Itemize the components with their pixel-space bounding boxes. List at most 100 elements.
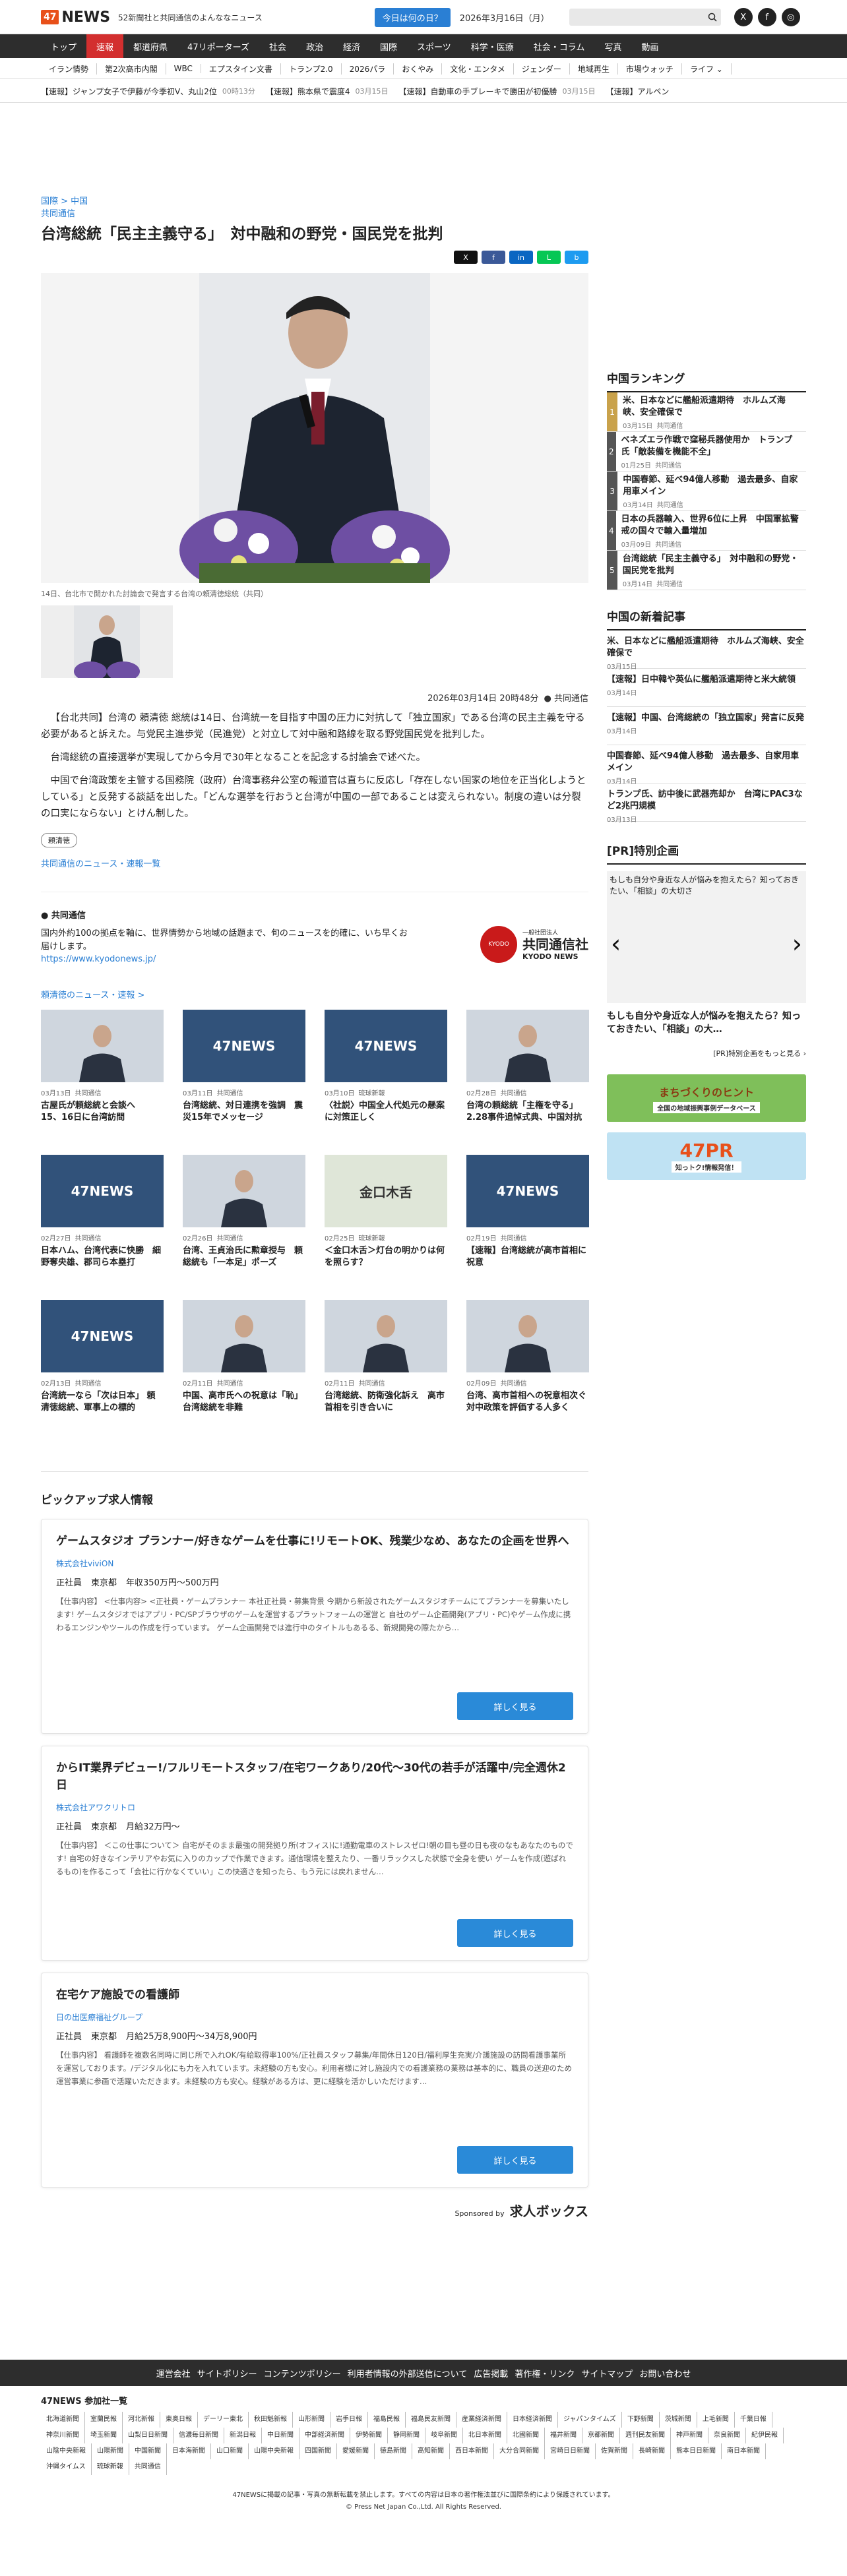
source-link[interactable]: 共同通信 bbox=[41, 208, 588, 220]
related-card[interactable]: 03月13日 共同通信 古屋氏が頼総統と会談へ 15、16日に台湾訪問 bbox=[41, 1010, 164, 1155]
gnav-item[interactable]: 写真 bbox=[594, 34, 631, 58]
member-paper-link[interactable]: 京都新聞 bbox=[582, 2428, 620, 2443]
subnav-item[interactable]: おくやみ bbox=[394, 63, 443, 75]
ticker-item[interactable]: 【速報】熊本県で震度4 03月15日 bbox=[266, 86, 389, 97]
member-paper-link[interactable]: 大分合同新聞 bbox=[494, 2443, 545, 2459]
breadcrumb[interactable]: 国際 > 中国 bbox=[41, 195, 588, 208]
member-paper-link[interactable]: 宮崎日日新聞 bbox=[545, 2443, 596, 2459]
member-paper-link[interactable]: 産業経済新聞 bbox=[456, 2412, 507, 2428]
member-paper-link[interactable]: 河北新報 bbox=[123, 2412, 160, 2428]
ranking-item[interactable]: 1 米、日本などに艦船派遣期待 ホルムズ海峡、安全確保で 03月15日 共同通信 bbox=[607, 392, 806, 432]
member-paper-link[interactable]: 山梨日日新聞 bbox=[123, 2428, 173, 2443]
subnav-item[interactable]: イラン情勢 bbox=[41, 63, 98, 75]
member-paper-link[interactable]: 神戸新聞 bbox=[671, 2428, 708, 2443]
member-paper-link[interactable]: 北海道新聞 bbox=[41, 2412, 85, 2428]
gnav-item[interactable]: 社会・コラム bbox=[524, 34, 595, 58]
related-card[interactable]: 02月09日 共同通信 台湾、高市首相への祝意相次ぐ 対中政策を評価する人多く bbox=[466, 1300, 595, 1445]
gnav-item[interactable]: 動画 bbox=[631, 34, 668, 58]
footer-link[interactable]: サイトポリシー bbox=[197, 2367, 257, 2379]
newest-item[interactable]: 中国春節、延べ94億人移動 過去最多、自家用車メイン 03月14日 bbox=[607, 745, 806, 785]
member-paper-link[interactable]: 下野新聞 bbox=[622, 2412, 660, 2428]
subnav-item[interactable]: WBC bbox=[166, 64, 201, 73]
newest-item[interactable]: 【速報】日中韓や英仏に艦船派遣期待と米大統領 03月14日 bbox=[607, 669, 806, 707]
member-paper-link[interactable]: 西日本新聞 bbox=[450, 2443, 494, 2459]
footer-link[interactable]: お問い合わせ bbox=[639, 2367, 691, 2379]
member-paper-link[interactable]: 福島民友新聞 bbox=[406, 2412, 456, 2428]
tag-chip[interactable]: 頼清徳 bbox=[41, 833, 77, 847]
newest-item[interactable]: 米、日本などに艦船派遣期待 ホルムズ海峡、安全確保で 03月15日 bbox=[607, 630, 806, 671]
member-paper-link[interactable]: 共同通信 bbox=[129, 2459, 167, 2475]
subnav-item[interactable]: トランプ2.0 bbox=[281, 63, 342, 75]
gnav-item[interactable]: 経済 bbox=[333, 34, 370, 58]
subnav-item[interactable]: 地域再生 bbox=[570, 63, 618, 75]
member-paper-link[interactable]: デーリー東北 bbox=[198, 2412, 249, 2428]
member-paper-link[interactable]: 愛媛新聞 bbox=[337, 2443, 375, 2459]
footer-link[interactable]: 著作権・リンク bbox=[515, 2367, 575, 2379]
ranking-item[interactable]: 2 ベネズエラ作戦で窪秘兵器使用か トランプ氏「敵装備を機能不全」 01月25日 共同… bbox=[607, 432, 806, 472]
more-news-link[interactable]: 共同通信のニュース・速報一覧 bbox=[41, 857, 588, 869]
member-paper-link[interactable]: 岐阜新聞 bbox=[425, 2428, 463, 2443]
member-paper-link[interactable]: 秋田魁新報 bbox=[249, 2412, 293, 2428]
job-card[interactable]: ゲームスタジオ プランナー/好きなゲームを仕事に!リモートOK、残業少なめ、あな… bbox=[41, 1519, 588, 1734]
linkedin-share-icon[interactable]: in bbox=[509, 251, 533, 264]
gnav-item[interactable]: 科学・医療 bbox=[461, 34, 524, 58]
member-paper-link[interactable]: 沖縄タイムス bbox=[41, 2459, 92, 2475]
gnav-item[interactable]: トップ bbox=[41, 34, 86, 58]
site-logo[interactable]: 47 NEWS bbox=[41, 9, 110, 26]
kyodo-logo[interactable]: KYODO 一般社団法人 共同通信社 KYODO NEWS bbox=[480, 924, 588, 964]
ranking-item[interactable]: 4 日本の兵器輸入、世界6位に上昇 中国軍拡警戒の国々で輸入量増加 03月09日 共同… bbox=[607, 511, 806, 551]
member-paper-link[interactable]: 中日新聞 bbox=[262, 2428, 299, 2443]
member-paper-link[interactable]: 山陰中央新報 bbox=[41, 2443, 92, 2459]
related-heading[interactable]: 頼清徳のニュース・速報 > bbox=[41, 988, 588, 1000]
subnav-item[interactable]: 文化・エンタメ bbox=[442, 63, 514, 75]
search-input[interactable] bbox=[569, 9, 721, 26]
pr-more-link[interactable]: [PR]特別企画をもっと見る › bbox=[607, 1048, 806, 1058]
member-paper-link[interactable]: 日本海新聞 bbox=[167, 2443, 211, 2459]
next-arrow-icon[interactable]: › bbox=[792, 929, 802, 958]
member-paper-link[interactable]: 岩手日報 bbox=[330, 2412, 368, 2428]
member-paper-link[interactable]: 北日本新聞 bbox=[463, 2428, 507, 2443]
member-paper-link[interactable]: 南日本新聞 bbox=[722, 2443, 766, 2459]
ranking-item[interactable]: 5 台湾総統「民主主義守る」 対中融和の野党・国民党を批判 03月14日 共同通信 bbox=[607, 551, 806, 590]
related-card[interactable]: 02月11日 共同通信 台湾総統、防衛強化訴え 高市首相を引き合いに bbox=[325, 1300, 447, 1445]
gnav-item[interactable]: 政治 bbox=[296, 34, 333, 58]
publisher-url[interactable]: https://www.kyodonews.jp/ bbox=[41, 954, 156, 964]
member-paper-link[interactable]: 埼玉新聞 bbox=[85, 2428, 123, 2443]
member-paper-link[interactable]: 高知新聞 bbox=[412, 2443, 450, 2459]
member-paper-link[interactable]: 熊本日日新聞 bbox=[671, 2443, 722, 2459]
member-paper-link[interactable]: 茨城新聞 bbox=[660, 2412, 697, 2428]
job-title[interactable]: 在宅ケア施設での看護師 bbox=[56, 1986, 573, 2004]
member-paper-link[interactable]: 信濃毎日新聞 bbox=[173, 2428, 224, 2443]
photo-thumbnail[interactable] bbox=[41, 605, 173, 678]
gnav-item[interactable]: 国際 bbox=[370, 34, 407, 58]
related-card[interactable]: 47NEWS 03月10日 琉球新報 〈社説〉中国全人代処元の懸案に対策正しく bbox=[325, 1010, 447, 1155]
member-paper-link[interactable]: 室蘭民報 bbox=[85, 2412, 123, 2428]
member-paper-link[interactable]: 日本経済新聞 bbox=[507, 2412, 558, 2428]
job-detail-button[interactable]: 詳しく見る bbox=[457, 2146, 573, 2174]
member-paper-link[interactable]: 中国新聞 bbox=[129, 2443, 167, 2459]
subnav-item[interactable]: 2026パラ bbox=[342, 63, 394, 75]
member-paper-link[interactable]: 佐賀新聞 bbox=[596, 2443, 633, 2459]
gnav-item[interactable]: 都道府県 bbox=[123, 34, 177, 58]
x-icon[interactable]: X bbox=[734, 8, 753, 26]
search-icon[interactable] bbox=[708, 13, 717, 22]
member-paper-link[interactable]: 山口新聞 bbox=[211, 2443, 249, 2459]
member-paper-link[interactable]: 紀伊民報 bbox=[746, 2428, 784, 2443]
pr-caption[interactable]: もしも自分や身近な人が悩みを抱えたら？知っておきたい、「相談」の大… bbox=[607, 1010, 806, 1036]
member-paper-link[interactable]: 週刊民友新聞 bbox=[620, 2428, 671, 2443]
line-share-icon[interactable]: L bbox=[537, 251, 561, 264]
newest-item[interactable]: 【速報】中国、台湾総統の「独立国家」発言に反発 03月14日 bbox=[607, 707, 806, 745]
ranking-item[interactable]: 3 中国春節、延べ94億人移動 過去最多、自家用車メイン 03月14日 共同通信 bbox=[607, 472, 806, 511]
member-paper-link[interactable]: 福島民報 bbox=[368, 2412, 406, 2428]
subnav-item[interactable]: エプスタイン文書 bbox=[201, 63, 281, 75]
gnav-item[interactable]: 47リポーターズ bbox=[177, 34, 259, 58]
related-card[interactable]: 47NEWS 02月19日 共同通信 【速報】台湾総統が高市首相に祝意 bbox=[466, 1155, 589, 1300]
gnav-item[interactable]: 社会 bbox=[259, 34, 296, 58]
gnav-item[interactable]: スポーツ bbox=[407, 34, 461, 58]
related-card[interactable]: 47NEWS 02月27日 共同通信 日本ハム、台湾代表に快勝 細野奪央雄、郡司ら本塁… bbox=[41, 1155, 164, 1300]
job-detail-button[interactable]: 詳しく見る bbox=[457, 1919, 573, 1947]
job-detail-button[interactable]: 詳しく見る bbox=[457, 1692, 573, 1720]
machizukuri-banner[interactable]: まちづくりのヒント 全国の地域振興事例データベース bbox=[607, 1074, 806, 1122]
footer-link[interactable]: サイトマップ bbox=[581, 2367, 633, 2379]
member-paper-link[interactable]: 中部経済新聞 bbox=[299, 2428, 350, 2443]
